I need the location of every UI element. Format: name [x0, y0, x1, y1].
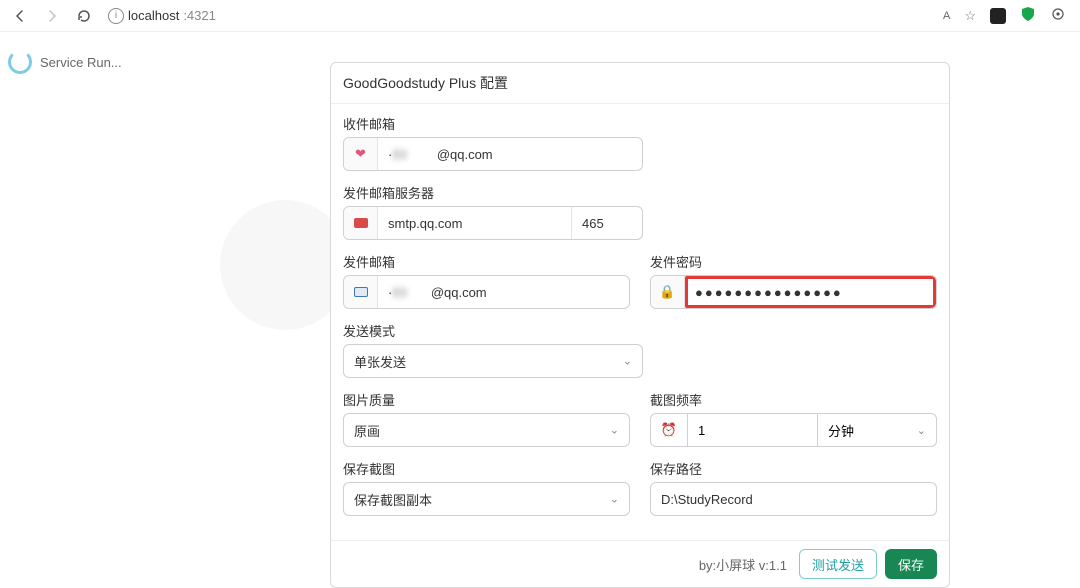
clock-icon: ⏰ [650, 413, 688, 447]
lock-icon: 🔒 [651, 276, 685, 308]
card-footer: by:小屏球 v:1.1 测试发送 保存 [331, 540, 949, 587]
toolbar-right: A ☆ [943, 6, 1072, 25]
input-smtp[interactable] [343, 206, 643, 240]
field-save-path: 保存路径 [650, 459, 937, 516]
card-body: 收件邮箱 ❤ · 89 @qq.com 发件邮箱服务器 [331, 104, 949, 540]
camera-icon [344, 276, 378, 308]
config-card: GoodGoodstudy Plus 配置 收件邮箱 ❤ · 89 @qq.co… [330, 62, 950, 588]
mail-icon [344, 207, 378, 239]
input-shot-freq[interactable]: ⏰ 分钟 ⌄ [650, 413, 937, 447]
select-send-mode[interactable]: 单张发送 ⌄ [343, 344, 643, 378]
save-shot-value: 保存截图副本 [354, 490, 432, 509]
chevron-down-icon: ⌄ [623, 355, 632, 368]
back-button[interactable] [8, 4, 32, 28]
label-send-mail: 发件邮箱 [343, 252, 630, 271]
loading-spinner-icon [8, 50, 32, 74]
extension-icon[interactable] [990, 8, 1006, 24]
label-send-mode: 发送模式 [343, 321, 937, 340]
save-button[interactable]: 保存 [885, 549, 937, 579]
send-mail-suffix: @qq.com [431, 285, 487, 300]
heart-icon: ❤ [344, 138, 378, 170]
site-info-icon[interactable]: i [108, 8, 124, 24]
recv-mail-hidden: 89 [392, 147, 406, 162]
chevron-down-icon: ⌄ [610, 424, 619, 437]
label-save-path: 保存路径 [650, 459, 937, 478]
smtp-host-input[interactable] [378, 207, 571, 239]
field-img-quality: 图片质量 原画 ⌄ [343, 390, 630, 447]
label-recv-mail: 收件邮箱 [343, 114, 937, 133]
shot-value-input[interactable] [688, 413, 818, 447]
input-send-pwd[interactable]: 🔒 [650, 275, 937, 309]
send-mode-value: 单张发送 [354, 352, 406, 371]
save-path-input[interactable] [650, 482, 937, 516]
field-smtp: 发件邮箱服务器 [343, 183, 937, 240]
address-host: localhost [128, 8, 179, 23]
chevron-down-icon: ⌄ [917, 424, 926, 437]
settings-icon[interactable] [1050, 6, 1066, 25]
input-send-mail[interactable]: · 89 @qq.com [343, 275, 630, 309]
field-send-mode: 发送模式 单张发送 ⌄ [343, 321, 937, 378]
select-save-shot[interactable]: 保存截图副本 ⌄ [343, 482, 630, 516]
forward-button[interactable] [40, 4, 64, 28]
adblock-icon[interactable] [1020, 6, 1036, 25]
send-mail-hidden: 89 [392, 285, 406, 300]
label-save-shot: 保存截图 [343, 459, 630, 478]
address-port: :4321 [183, 8, 216, 23]
input-recv-mail[interactable]: ❤ · 89 @qq.com [343, 137, 643, 171]
label-shot-freq: 截图频率 [650, 390, 937, 409]
select-img-quality[interactable]: 原画 ⌄ [343, 413, 630, 447]
smtp-port-input[interactable] [572, 207, 642, 239]
field-send-pwd: 发件密码 🔒 [650, 252, 937, 309]
field-save-shot: 保存截图 保存截图副本 ⌄ [343, 459, 630, 516]
refresh-button[interactable] [72, 4, 96, 28]
address-bar[interactable]: i localhost :4321 [108, 8, 216, 24]
label-img-quality: 图片质量 [343, 390, 630, 409]
read-aloud-icon[interactable]: A [943, 10, 950, 22]
img-quality-value: 原画 [354, 421, 380, 440]
field-send-mail: 发件邮箱 · 89 @qq.com [343, 252, 630, 309]
footer-credit: by:小屏球 v:1.1 [699, 555, 787, 574]
send-pwd-input[interactable] [685, 276, 936, 308]
label-send-pwd: 发件密码 [650, 252, 937, 271]
chevron-down-icon: ⌄ [610, 493, 619, 506]
test-send-button[interactable]: 测试发送 [799, 549, 877, 579]
label-smtp: 发件邮箱服务器 [343, 183, 937, 202]
favorite-icon[interactable]: ☆ [964, 8, 976, 24]
card-title: GoodGoodstudy Plus 配置 [331, 63, 949, 104]
shot-unit-value: 分钟 [828, 421, 854, 440]
field-shot-freq: 截图频率 ⏰ 分钟 ⌄ [650, 390, 937, 447]
tab-title: Service Run... [40, 55, 122, 70]
recv-mail-suffix: @qq.com [437, 147, 493, 162]
select-shot-unit[interactable]: 分钟 ⌄ [818, 413, 937, 447]
browser-toolbar: i localhost :4321 A ☆ [0, 0, 1080, 32]
field-recv-mail: 收件邮箱 ❤ · 89 @qq.com [343, 114, 937, 171]
